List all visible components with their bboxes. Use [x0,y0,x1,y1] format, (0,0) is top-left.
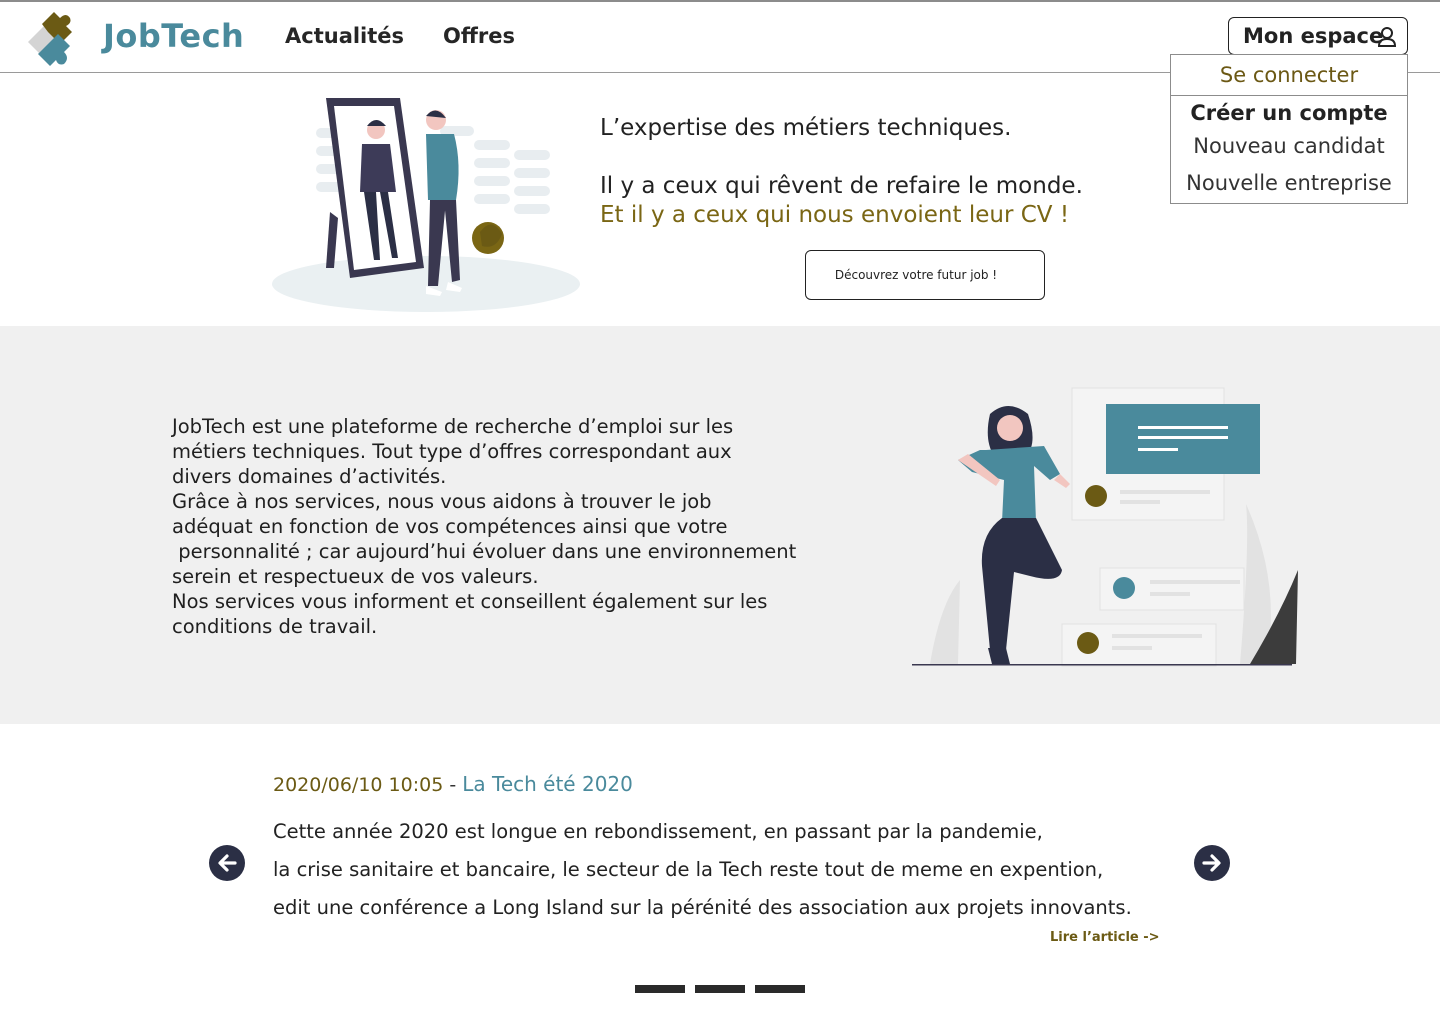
about-line: Grâce à nos services, nous vous aidons à… [172,490,712,513]
about-section: JobTech est une plateforme de recherche … [0,326,1440,724]
news-title[interactable]: La Tech été 2020 [462,772,633,796]
about-line: JobTech est une plateforme de recherche … [172,415,734,438]
news-line: Cette année 2020 est longue en rebondiss… [273,820,1043,843]
hero-line-dream: Il y a ceux qui rêvent de refaire le mon… [600,173,1083,199]
about-line: conditions de travail. [172,615,378,638]
user-icon [1377,27,1397,47]
carousel-indicator-3[interactable] [755,985,805,993]
account-dropdown: Se connecter Créer un compte Nouveau can… [1170,54,1408,204]
about-line: Nos services vous informent et conseille… [172,590,768,613]
read-article-link[interactable]: Lire l’article -> [1050,930,1160,945]
news-separator: - [443,774,463,796]
news-line: edit une conférence a Long Island sur la… [273,896,1132,919]
arrow-left-icon [218,854,237,872]
nav-news[interactable]: Actualités [285,24,404,48]
account-button-label: Mon espace [1243,24,1384,48]
carousel-prev-button[interactable] [209,845,245,881]
news-date: 2020/06/10 10:05 [273,774,444,796]
woman-cards-illustration [912,387,1298,667]
about-line: divers domaines d’activités. [172,465,447,488]
hero-line-cv: Et il y a ceux qui nous envoient leur CV… [600,202,1070,228]
account-button[interactable]: Mon espace [1228,17,1408,55]
about-line: serein et respectueux de vos valeurs. [172,565,539,588]
about-text: JobTech est une plateforme de recherche … [172,414,862,639]
puzzle-logo-icon[interactable] [24,6,82,70]
news-line: la crise sanitaire et bancaire, le secte… [273,858,1104,881]
about-line: adéquat en fonction de vos compétences a… [172,515,728,538]
carousel-indicator-1[interactable] [635,985,685,993]
news-meta: 2020/06/10 10:05 - La Tech été 2020 [273,772,633,796]
login-link[interactable]: Se connecter [1171,55,1407,96]
about-line: métiers techniques. Tout type d’offres c… [172,440,732,463]
hero-tagline: L’expertise des métiers techniques. [600,115,1012,141]
new-candidate-link[interactable]: Nouveau candidat [1171,134,1407,158]
about-line: personnalité ; car aujourd’hui évoluer d… [172,540,797,563]
carousel-next-button[interactable] [1194,845,1230,881]
nav-offers[interactable]: Offres [443,24,515,48]
create-account-heading: Créer un compte [1190,101,1388,125]
mirror-illustration [272,98,580,312]
carousel-indicator-2[interactable] [695,985,745,993]
arrow-right-icon [1202,854,1221,872]
brand-name[interactable]: JobTech [103,17,244,55]
new-company-link[interactable]: Nouvelle entreprise [1171,171,1407,195]
news-body: Cette année 2020 est longue en rebondiss… [273,813,1132,927]
discover-job-button[interactable]: Découvrez votre futur job ! [805,250,1045,300]
